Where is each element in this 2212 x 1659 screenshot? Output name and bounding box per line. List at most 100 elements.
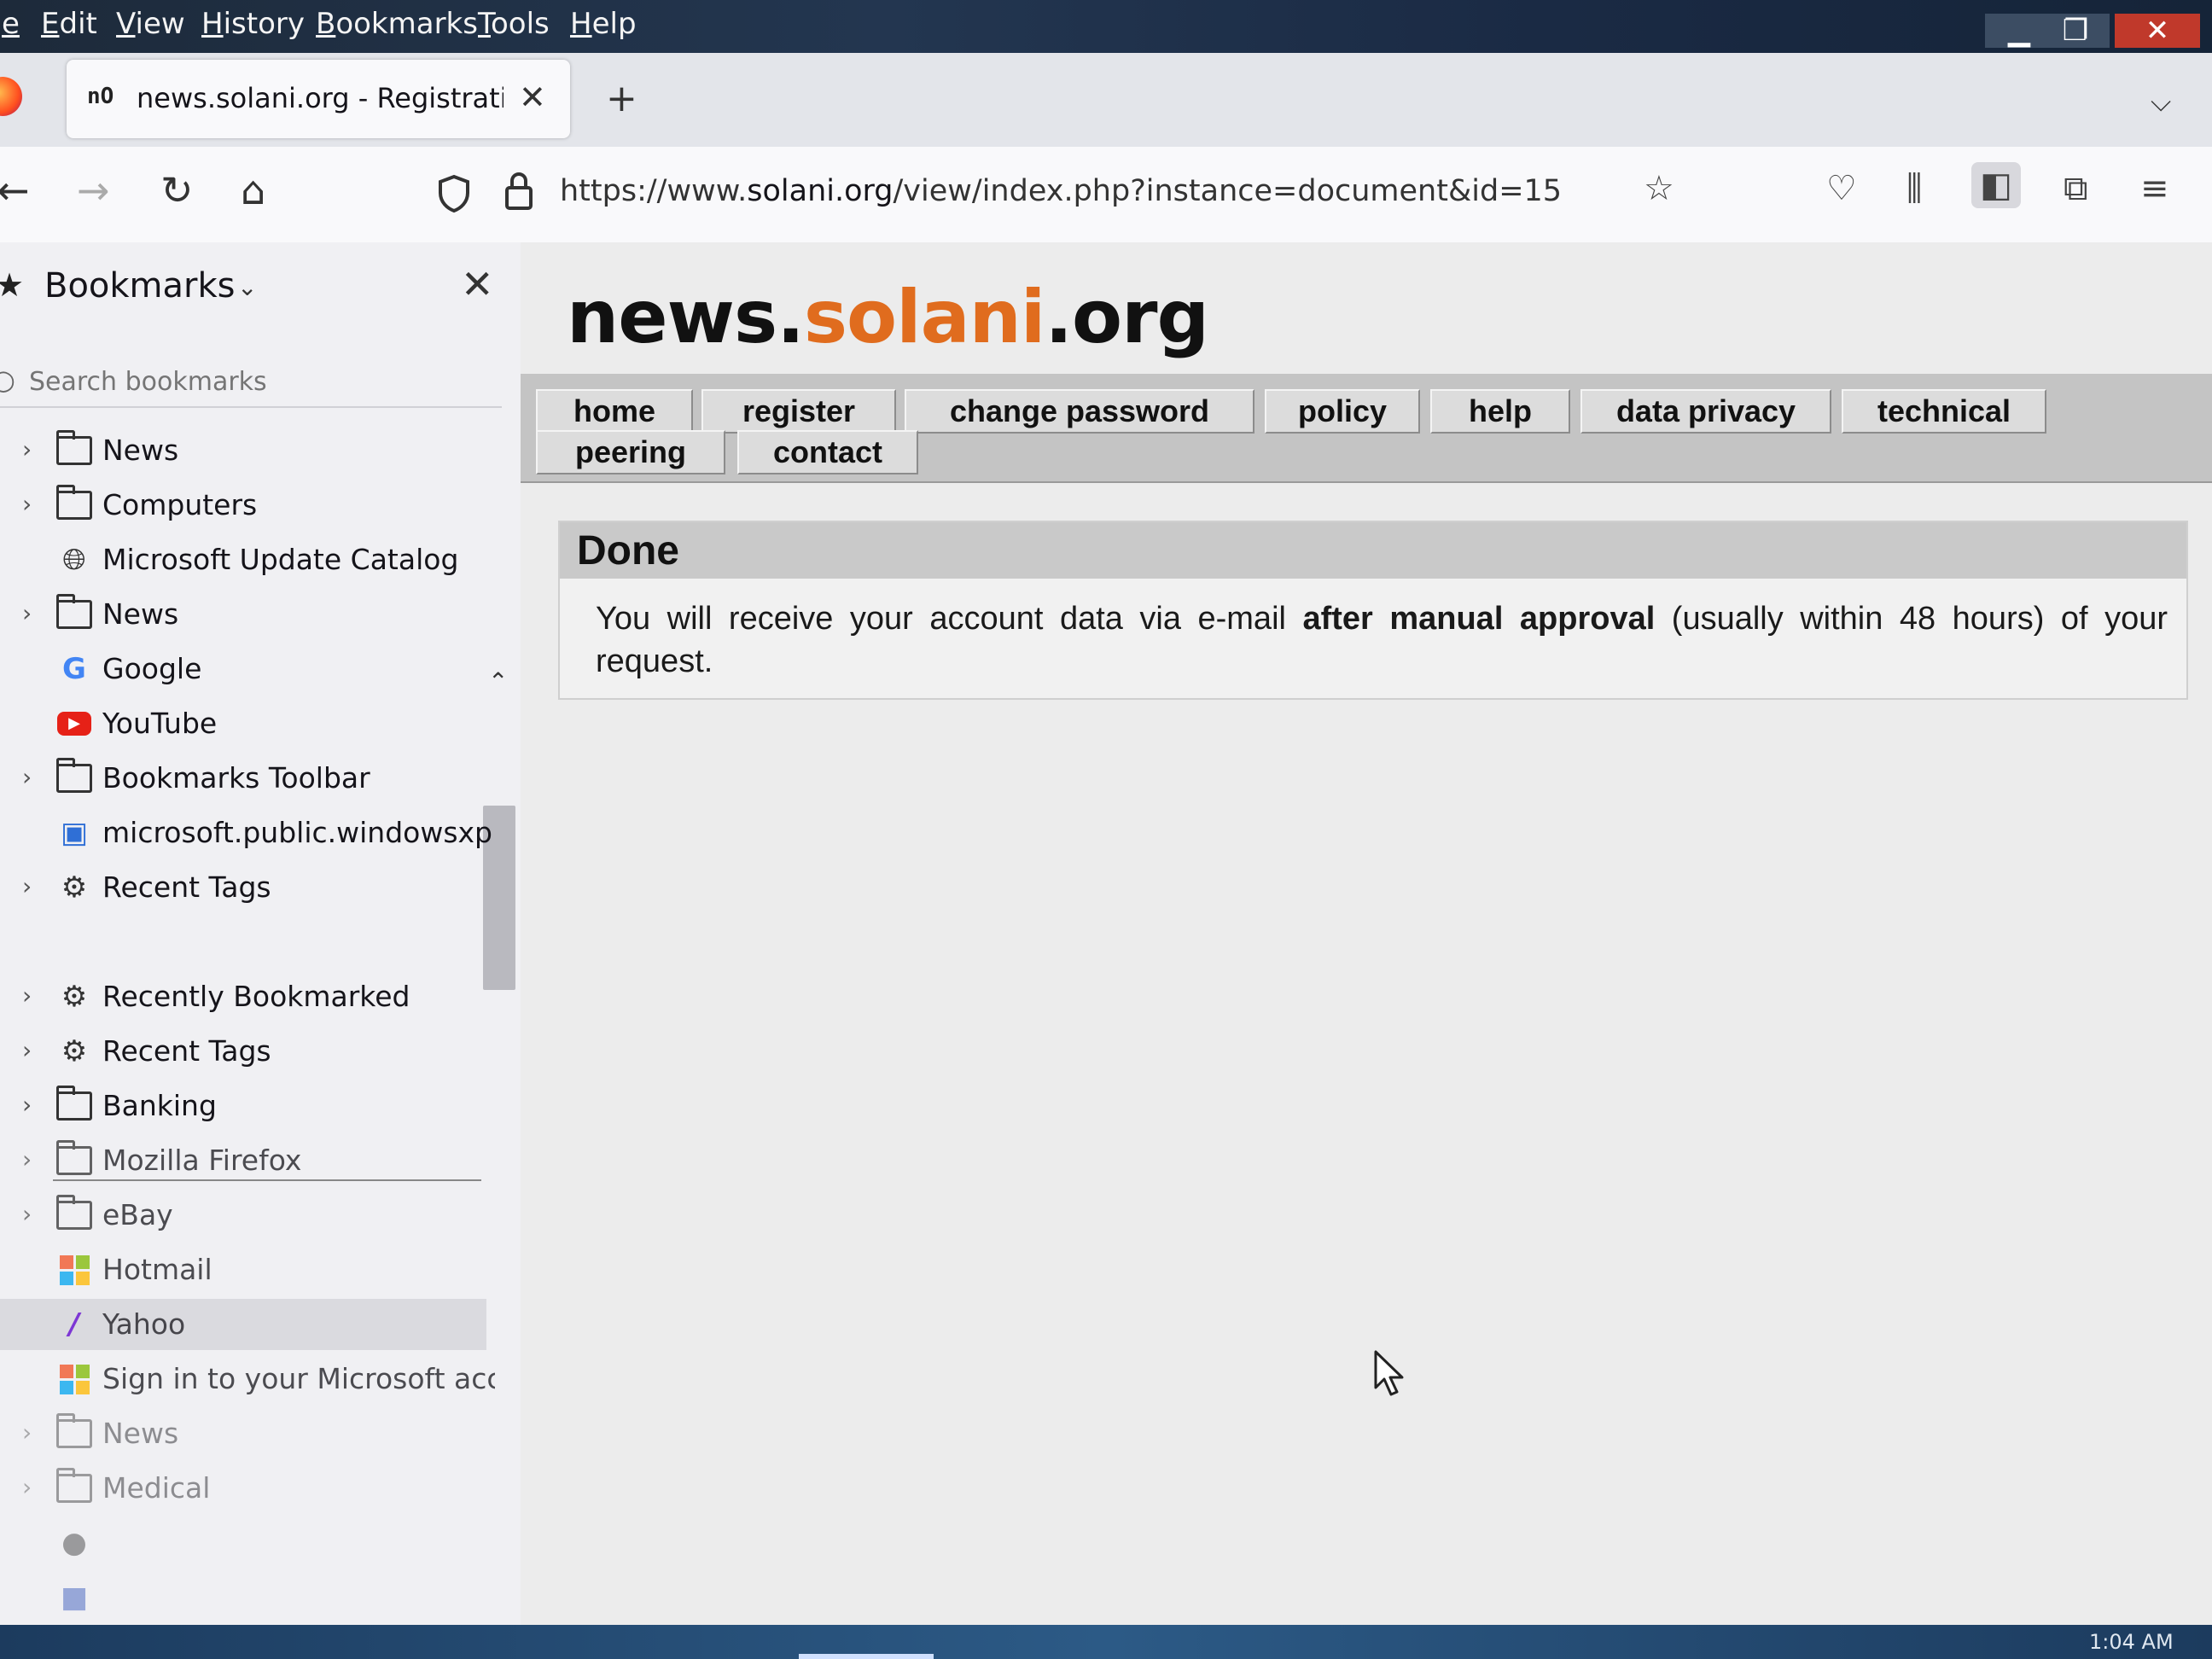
list-all-tabs-chevron-icon[interactable]: ⌵: [2151, 85, 2171, 119]
bookmark-label: Bookmarks Toolbar: [102, 761, 370, 795]
newsgroup-icon: ▣: [60, 816, 89, 850]
back-arrow-icon[interactable]: ←: [0, 167, 30, 213]
chevron-right-icon[interactable]: ›: [22, 490, 32, 518]
close-sidebar-icon[interactable]: ✕: [461, 261, 494, 307]
bookmark-folder-computers[interactable]: › Computers: [0, 480, 495, 531]
bookmark-folder-mozilla[interactable]: › Mozilla Firefox: [0, 1135, 495, 1186]
bookmark-label: Google: [102, 652, 202, 685]
nav-data-privacy[interactable]: data privacy: [1580, 389, 1831, 434]
bookmark-blurred-2[interactable]: ■: [0, 1572, 495, 1623]
nav-technical[interactable]: technical: [1842, 389, 2046, 434]
sidebar-toggle-icon[interactable]: ◧: [1971, 162, 2021, 208]
globe-icon: 🌐︎: [62, 543, 86, 577]
bookmark-google[interactable]: G Google: [0, 643, 495, 695]
url-bar[interactable]: https://www.solani.org/view/index.php?in…: [427, 155, 1707, 232]
bookmark-recent-tags[interactable]: › ⚙ Recent Tags: [0, 862, 495, 913]
pocket-icon[interactable]: ♡: [1826, 169, 1857, 208]
menu-edit[interactable]: Edit: [39, 7, 99, 41]
folder-icon: [56, 1195, 92, 1232]
bookmark-newsgroup[interactable]: ▣ microsoft.public.windowsxp.ge: [0, 807, 495, 859]
search-bookmarks-input[interactable]: [27, 364, 492, 399]
menu-file[interactable]: e: [0, 7, 21, 41]
bookmark-label: Sign in to your Microsoft accou: [102, 1362, 495, 1395]
chevron-right-icon[interactable]: ›: [22, 872, 32, 900]
reload-icon[interactable]: ↻: [160, 167, 194, 213]
nav-help[interactable]: help: [1430, 389, 1570, 434]
message-header: Done: [560, 522, 2186, 579]
chevron-down-icon[interactable]: ⌄: [237, 273, 257, 301]
chevron-right-icon[interactable]: ›: [22, 1091, 32, 1119]
chevron-right-icon[interactable]: ›: [22, 599, 32, 627]
bookmark-folder-banking[interactable]: › Banking: [0, 1080, 495, 1132]
nav-change-password[interactable]: change password: [905, 389, 1254, 434]
google-icon: G: [62, 652, 86, 686]
firefox-icon: [0, 77, 22, 116]
folder-icon: [56, 594, 92, 632]
tracking-shield-icon[interactable]: [437, 174, 471, 213]
sidebar-header[interactable]: ★ Bookmarks ⌄ ✕: [0, 261, 521, 314]
home-icon[interactable]: ⌂: [241, 167, 265, 213]
chevron-right-icon[interactable]: ›: [22, 1418, 32, 1447]
tab-close-icon[interactable]: ✕: [519, 79, 546, 116]
message-title: Done: [577, 528, 679, 573]
bookmark-star-icon[interactable]: ☆: [1644, 169, 1674, 208]
bookmark-folder-toolbar[interactable]: › Bookmarks Toolbar: [0, 753, 495, 804]
nav-policy[interactable]: policy: [1265, 389, 1420, 434]
bookmark-folder-news-3[interactable]: › News: [0, 1408, 495, 1459]
library-icon[interactable]: ⫼: [1906, 169, 1922, 208]
bookmark-microsoft-update-catalog[interactable]: 🌐︎ Microsoft Update Catalog: [0, 534, 495, 585]
bookmark-microsoft-signin[interactable]: Sign in to your Microsoft accou: [0, 1353, 495, 1405]
bookmark-label: YouTube: [102, 707, 218, 740]
navigation-toolbar: ← → ↻ ⌂ https://www.solani.org/view/inde…: [0, 147, 2212, 244]
star-icon: ★: [0, 266, 25, 304]
menu-help[interactable]: Help: [568, 7, 638, 41]
bookmark-folder-medical[interactable]: › Medical: [0, 1463, 495, 1514]
chevron-right-icon[interactable]: ›: [22, 981, 32, 1010]
lock-icon[interactable]: [504, 171, 534, 212]
sidebar-title[interactable]: Bookmarks: [44, 266, 235, 306]
chevron-right-icon[interactable]: ›: [22, 1473, 32, 1501]
nav-contact[interactable]: contact: [737, 430, 918, 474]
tab-strip: nO news.solani.org - Registration c ✕ + …: [0, 53, 2212, 147]
maximize-button[interactable]: ❐: [2041, 14, 2110, 48]
tab-active[interactable]: nO news.solani.org - Registration c ✕: [67, 60, 570, 138]
web-page: news.solani.org home register change pas…: [521, 242, 2212, 1625]
nav-register[interactable]: register: [701, 389, 896, 434]
nav-peering[interactable]: peering: [536, 430, 725, 474]
site-logo[interactable]: news.solani.org: [567, 275, 1209, 360]
bookmark-yahoo[interactable]: / Yahoo: [0, 1299, 486, 1350]
bookmark-label: eBay: [102, 1198, 173, 1231]
bookmark-blurred-1[interactable]: ●: [0, 1517, 495, 1569]
chevron-right-icon[interactable]: ›: [22, 763, 32, 791]
bookmark-label: Recent Tags: [102, 1034, 271, 1068]
microsoft-icon: [56, 1362, 92, 1396]
bookmark-hotmail[interactable]: Hotmail: [0, 1244, 495, 1295]
hamburger-menu-icon[interactable]: ≡: [2140, 169, 2169, 208]
menu-bookmarks[interactable]: Bookmarks: [314, 7, 480, 41]
bookmark-label: News: [102, 597, 179, 631]
menu-history[interactable]: History: [200, 7, 306, 41]
bookmark-label: News: [102, 1417, 179, 1450]
url-text[interactable]: https://www.solani.org/view/index.php?in…: [560, 174, 1562, 208]
menu-tools[interactable]: Tools: [476, 7, 551, 41]
extensions-puzzle-icon[interactable]: ⧉: [2064, 169, 2088, 208]
bookmark-recently-bookmarked[interactable]: › ⚙ Recently Bookmarked: [0, 971, 495, 1022]
forward-arrow-icon[interactable]: →: [77, 167, 110, 213]
bookmark-folder-ebay[interactable]: › eBay: [0, 1190, 495, 1241]
chevron-right-icon[interactable]: ›: [22, 1036, 32, 1064]
menu-view[interactable]: View: [114, 7, 187, 41]
bookmark-folder-news[interactable]: › News: [0, 425, 495, 476]
bookmark-youtube[interactable]: ▶ YouTube: [0, 698, 495, 749]
chevron-right-icon[interactable]: ›: [22, 1145, 32, 1173]
folder-icon: [56, 758, 92, 795]
taskbar-clock[interactable]: 1:04 AM: [2089, 1630, 2174, 1654]
bookmark-folder-news-2[interactable]: › News: [0, 589, 495, 640]
nav-home[interactable]: home: [536, 389, 693, 434]
bookmark-recent-tags-2[interactable]: › ⚙ Recent Tags: [0, 1026, 495, 1077]
folder-icon: [56, 1468, 92, 1505]
chevron-right-icon[interactable]: ›: [22, 435, 32, 463]
chevron-right-icon[interactable]: ›: [22, 1200, 32, 1228]
new-tab-plus-icon[interactable]: +: [606, 77, 637, 120]
gear-icon: ⚙: [61, 870, 88, 905]
close-window-button[interactable]: ✕: [2115, 14, 2200, 48]
